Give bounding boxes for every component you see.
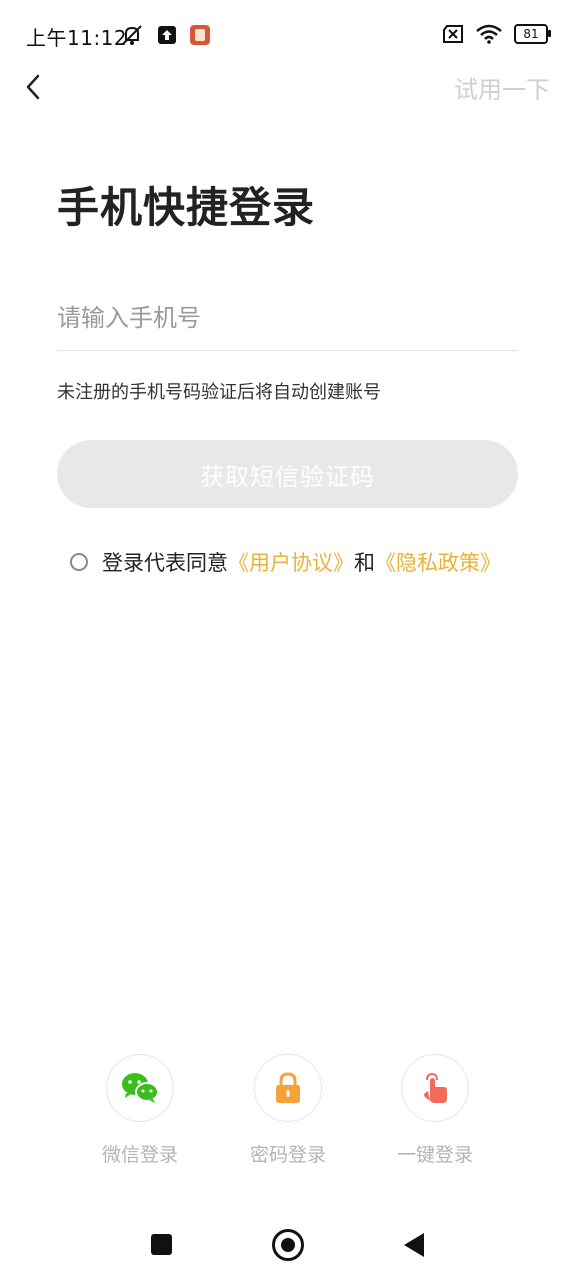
one-click-login-label: 一键登录 bbox=[396, 1144, 473, 1166]
wechat-login-option[interactable]: 微信登录 bbox=[80, 1054, 200, 1167]
register-hint: 未注册的手机号码验证后将自动创建账号 bbox=[57, 382, 381, 403]
tap-icon bbox=[424, 1072, 447, 1103]
agreement-row: 登录代表同意 《用户协议》 和 《隐私政策》 bbox=[70, 547, 501, 577]
password-login-label: 密码登录 bbox=[249, 1144, 326, 1166]
agreement-and: 和 bbox=[354, 551, 375, 575]
wifi-icon bbox=[476, 24, 502, 44]
wechat-login-button[interactable] bbox=[106, 1054, 174, 1122]
one-click-login-option[interactable]: 一键登录 bbox=[375, 1054, 495, 1167]
status-right-icons: 81 bbox=[442, 24, 551, 44]
privacy-policy-link[interactable]: 《隐私政策》 bbox=[375, 547, 501, 577]
back-button[interactable] bbox=[22, 70, 46, 104]
password-login-button[interactable] bbox=[254, 1054, 322, 1122]
wechat-icon bbox=[122, 1073, 159, 1103]
agreement-radio[interactable] bbox=[70, 553, 88, 571]
sim-off-icon bbox=[443, 25, 463, 43]
battery-indicator: 81 bbox=[514, 24, 551, 44]
user-agreement-link[interactable]: 《用户协议》 bbox=[228, 547, 354, 577]
nav-back-button[interactable] bbox=[402, 1232, 426, 1258]
home-button[interactable] bbox=[272, 1229, 304, 1261]
wechat-login-label: 微信登录 bbox=[101, 1144, 178, 1166]
upload-icon bbox=[158, 26, 176, 44]
trial-button[interactable]: 试用一下 bbox=[454, 70, 550, 105]
mute-bell-icon bbox=[122, 25, 142, 45]
phone-input[interactable] bbox=[57, 286, 518, 351]
recent-apps-button[interactable] bbox=[151, 1234, 172, 1255]
page-title: 手机快捷登录 bbox=[57, 183, 316, 232]
lock-icon bbox=[276, 1072, 300, 1103]
get-sms-code-button[interactable]: 获取短信验证码 bbox=[57, 440, 518, 508]
password-login-option[interactable]: 密码登录 bbox=[228, 1054, 348, 1167]
status-time: 上午11:12 bbox=[26, 26, 128, 50]
status-icons-left bbox=[120, 24, 210, 46]
one-click-login-button[interactable] bbox=[401, 1054, 469, 1122]
app-notification-icon bbox=[190, 25, 210, 45]
agreement-prefix: 登录代表同意 bbox=[102, 551, 228, 575]
home-dot-icon bbox=[281, 1238, 295, 1252]
